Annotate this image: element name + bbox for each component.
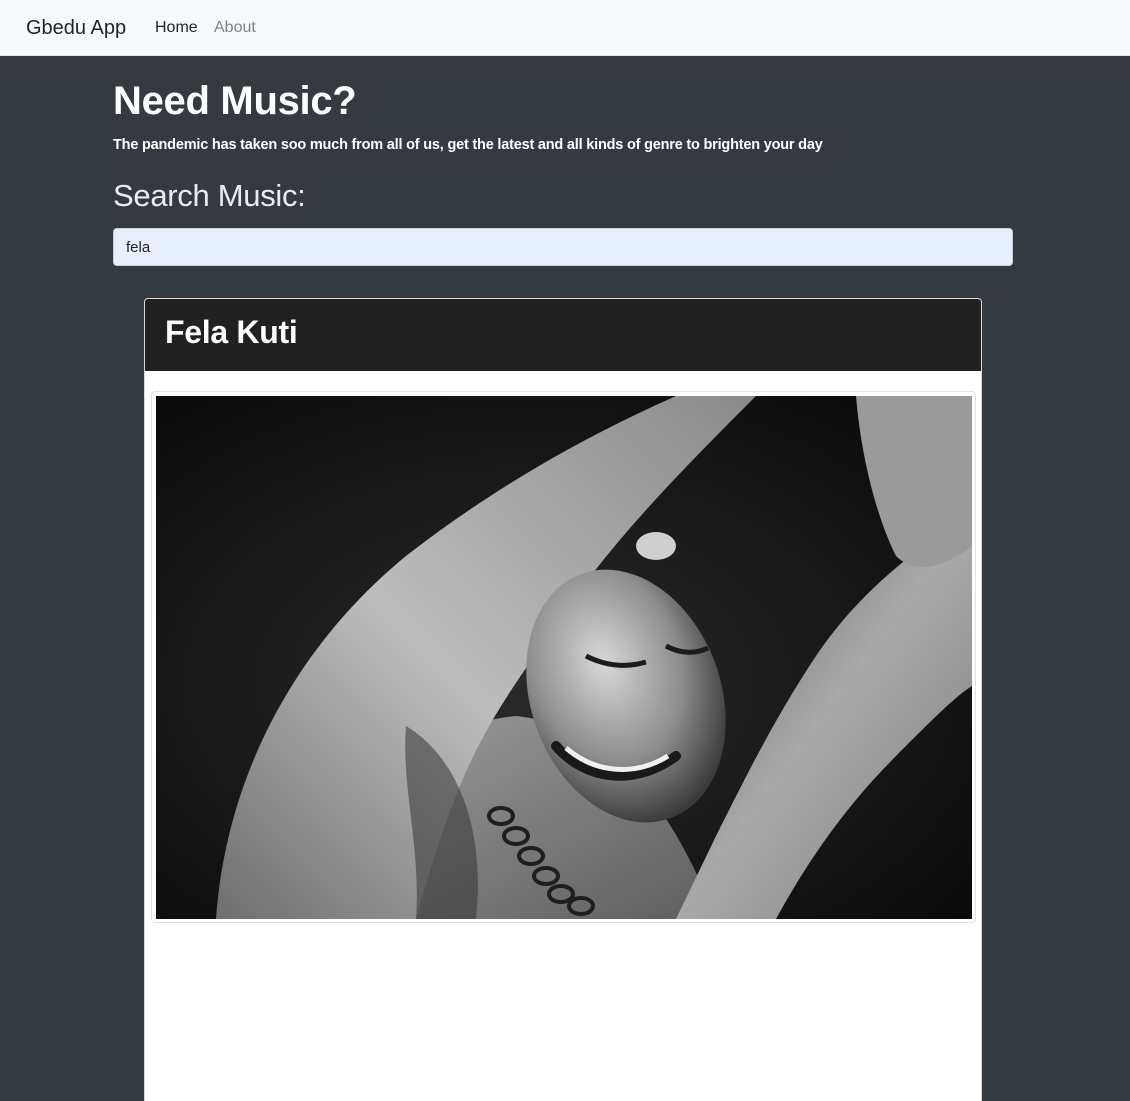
page-title: Need Music? [113,79,357,123]
search-heading: Search Music: [113,178,306,213]
artist-card-header: Fela Kuti [145,299,981,371]
page-subtitle: The pandemic has taken soo much from all… [113,137,823,153]
search-input[interactable] [113,228,1013,266]
artist-card: Fela Kuti [144,298,982,1101]
nav-link-home[interactable]: Home [155,17,198,39]
artist-photo-frame [151,391,976,923]
navbar: Gbedu App Home About [0,0,1130,56]
artist-photo[interactable] [156,396,972,919]
artist-name: Fela Kuti [165,314,298,350]
nav-link-about[interactable]: About [214,17,256,39]
brand-link[interactable]: Gbedu App [26,15,126,41]
